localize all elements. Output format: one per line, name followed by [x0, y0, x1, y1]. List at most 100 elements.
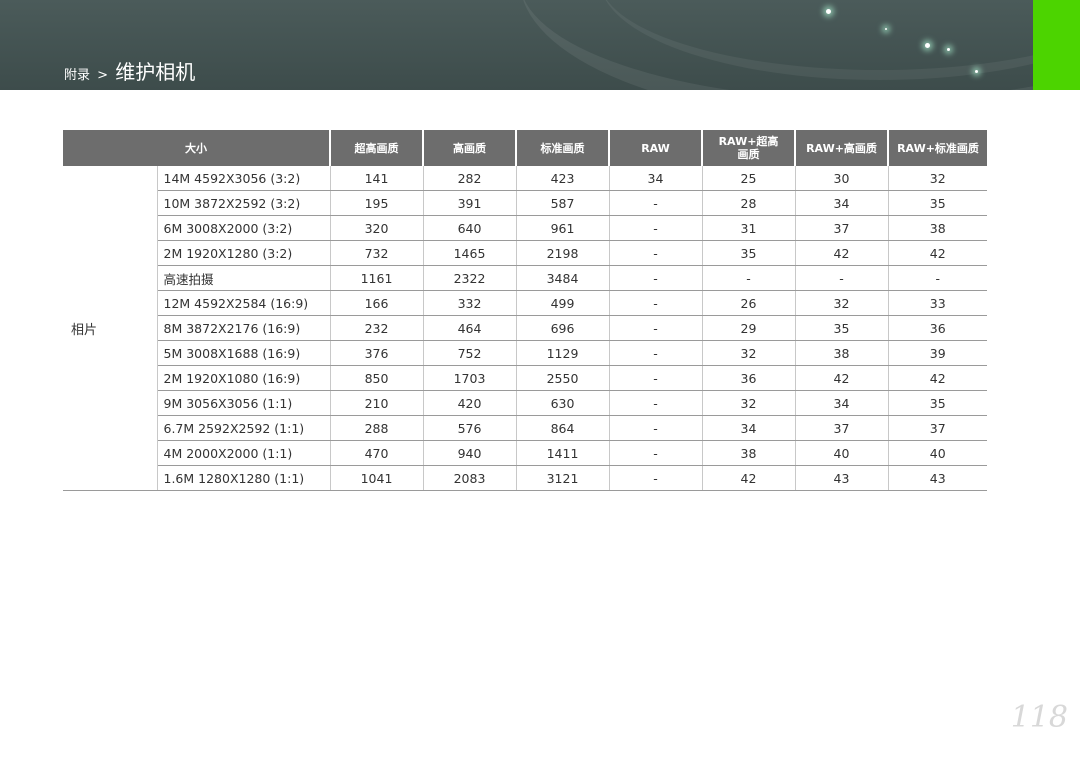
- size-cell: 8M 3872X2176 (16:9): [157, 315, 331, 341]
- count-cell: 587: [516, 190, 610, 216]
- count-cell: 3121: [516, 465, 610, 491]
- count-cell: 1129: [516, 340, 610, 366]
- count-cell: 464: [423, 315, 517, 341]
- count-cell: 195: [330, 190, 424, 216]
- count-cell: -: [609, 240, 703, 266]
- count-cell: 1041: [330, 465, 424, 491]
- column-header-size: 大小: [63, 130, 331, 166]
- count-cell: 34: [795, 190, 889, 216]
- count-cell: 43: [795, 465, 889, 491]
- count-cell: -: [609, 190, 703, 216]
- sparkle-icon: [925, 43, 930, 48]
- size-cell: 9M 3056X3056 (1:1): [157, 390, 331, 416]
- size-cell: 2M 1920X1080 (16:9): [157, 365, 331, 391]
- table-row: 相片 14M 4592X3056 (3:2) 141 282 423 34 25 30 32: [63, 166, 987, 491]
- table-header-row: 大小 超高画质 高画质 标准画质 RAW RAW+超高 画质 RAW+高画质 RAW+标准画…: [63, 130, 987, 166]
- count-cell: 42: [888, 365, 987, 391]
- count-cell: 35: [702, 240, 796, 266]
- size-cell: 2M 1920X1280 (3:2): [157, 240, 331, 266]
- table-row: 6.7M 2592X2592 (1:1) 288 576 864-34 37 37: [63, 415, 987, 441]
- count-cell: 40: [888, 440, 987, 466]
- count-cell: 35: [888, 190, 987, 216]
- count-cell: -: [888, 265, 987, 291]
- count-cell: 696: [516, 315, 610, 341]
- count-cell: -: [609, 315, 703, 341]
- page-number: 118: [1010, 700, 1068, 735]
- count-cell: 38: [888, 215, 987, 241]
- count-cell: 2550: [516, 365, 610, 391]
- table-row: 5M 3008X1688 (16:9) 376 752 1129-32 38 39: [63, 340, 987, 366]
- count-cell: 320: [330, 215, 424, 241]
- count-cell: 940: [423, 440, 517, 466]
- count-cell: 30: [795, 166, 889, 191]
- count-cell: 332: [423, 290, 517, 316]
- count-cell: 25: [702, 166, 796, 191]
- size-cell: 12M 4592X2584 (16:9): [157, 290, 331, 316]
- column-header: 高画质: [423, 130, 517, 166]
- count-cell: 210: [330, 390, 424, 416]
- column-header: 标准画质: [516, 130, 610, 166]
- count-cell: 2322: [423, 265, 517, 291]
- count-cell: 35: [888, 390, 987, 416]
- count-cell: 34: [795, 390, 889, 416]
- count-cell: 282: [423, 166, 517, 191]
- count-cell: 470: [330, 440, 424, 466]
- count-cell: -: [609, 340, 703, 366]
- table-row: 4M 2000X2000 (1:1) 470 940 1411-38 40 40: [63, 440, 987, 466]
- chapter-header: 附录 > 维护相机: [0, 0, 1033, 90]
- count-cell: -: [702, 265, 796, 291]
- column-header: 超高画质: [330, 130, 424, 166]
- table-row: 12M 4592X2584 (16:9) 166 332 499-26 32 33: [63, 290, 987, 316]
- size-cell: 1.6M 1280X1280 (1:1): [157, 465, 331, 491]
- count-cell: 1465: [423, 240, 517, 266]
- count-cell: -: [609, 365, 703, 391]
- count-cell: 34: [702, 415, 796, 441]
- column-header: RAW: [609, 130, 703, 166]
- column-header: RAW+标准画质: [888, 130, 987, 166]
- sparkle-icon: [947, 48, 950, 51]
- count-cell: 37: [888, 415, 987, 441]
- size-cell: 14M 4592X3056 (3:2): [157, 166, 331, 191]
- count-cell: 36: [702, 365, 796, 391]
- size-cell: 高速拍摄: [157, 265, 331, 291]
- count-cell: 3484: [516, 265, 610, 291]
- count-cell: 1411: [516, 440, 610, 466]
- count-cell: 42: [888, 240, 987, 266]
- count-cell: 33: [888, 290, 987, 316]
- count-cell: -: [609, 440, 703, 466]
- table-row: 2M 1920X1080 (16:9) 850 1703 2550-36 42 42: [63, 365, 987, 391]
- count-cell: 42: [795, 365, 889, 391]
- count-cell: 42: [795, 240, 889, 266]
- count-cell: 391: [423, 190, 517, 216]
- breadcrumb: 附录 > 维护相机: [64, 56, 195, 85]
- chapter-tab: [1033, 0, 1080, 90]
- size-cell: 6M 3008X2000 (3:2): [157, 215, 331, 241]
- table-row: 高速拍摄 1161 2322 3484- - - -: [63, 265, 987, 291]
- count-cell: 36: [888, 315, 987, 341]
- count-cell: 35: [795, 315, 889, 341]
- count-cell: 37: [795, 415, 889, 441]
- category-label: 相片: [63, 166, 158, 491]
- count-cell: 141: [330, 166, 424, 191]
- count-cell: 34: [609, 166, 703, 191]
- count-cell: 32: [702, 390, 796, 416]
- page-title: 维护相机: [115, 60, 196, 84]
- count-cell: 26: [702, 290, 796, 316]
- count-cell: 576: [423, 415, 517, 441]
- count-cell: -: [609, 265, 703, 291]
- count-cell: 864: [516, 415, 610, 441]
- count-cell: -: [609, 290, 703, 316]
- count-cell: 37: [795, 215, 889, 241]
- count-cell: 499: [516, 290, 610, 316]
- count-cell: 420: [423, 390, 517, 416]
- table-row: 6M 3008X2000 (3:2) 320 640 961-31 37 38: [63, 215, 987, 241]
- column-header: RAW+超高 画质: [702, 130, 796, 166]
- count-cell: 630: [516, 390, 610, 416]
- count-cell: 28: [702, 190, 796, 216]
- count-cell: 232: [330, 315, 424, 341]
- count-cell: -: [609, 415, 703, 441]
- count-cell: 961: [516, 215, 610, 241]
- size-cell: 5M 3008X1688 (16:9): [157, 340, 331, 366]
- count-cell: 423: [516, 166, 610, 191]
- count-cell: -: [609, 390, 703, 416]
